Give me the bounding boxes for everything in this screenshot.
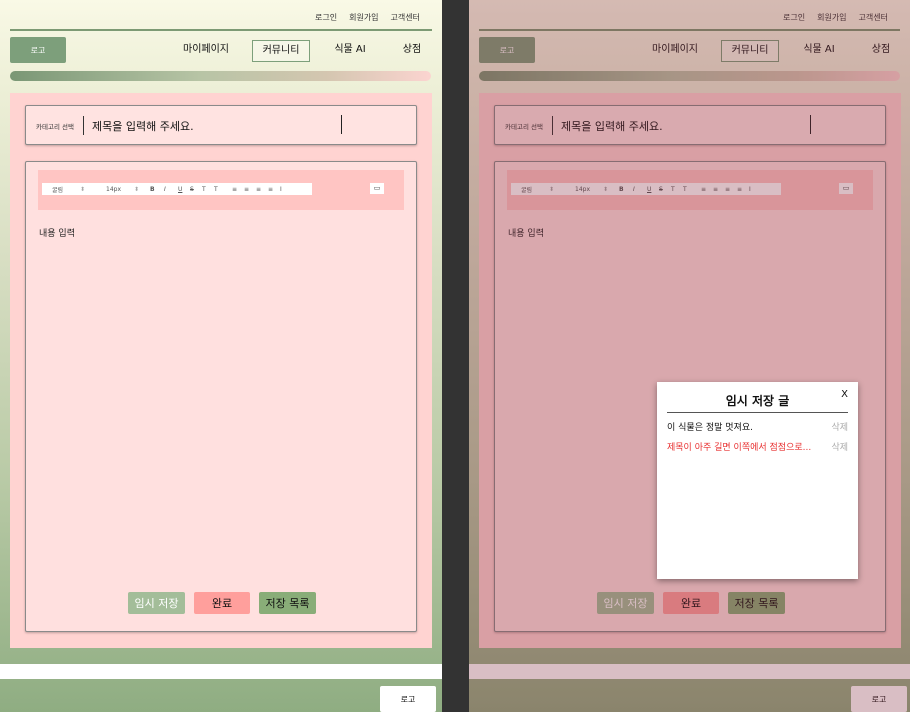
- indent-icon[interactable]: ≡: [725, 186, 737, 193]
- nav-community[interactable]: 커뮤니티: [721, 40, 779, 62]
- top-menu: 로그인 회원가입 고객센터: [783, 12, 888, 23]
- size-select[interactable]: 14px: [106, 186, 134, 193]
- editor-toolbar: 굴림 ⬍ 14px ⬍ B I U S T T ≡ ≡ ≡ ≡ I ▭: [38, 170, 404, 210]
- divider: [83, 116, 84, 135]
- logo[interactable]: 로고: [10, 37, 66, 63]
- font-select[interactable]: 굴림: [521, 185, 549, 194]
- align-left-icon[interactable]: ≡: [701, 186, 713, 193]
- image-insert-icon[interactable]: ▭: [839, 183, 853, 194]
- text-color-icon[interactable]: T: [671, 186, 683, 193]
- size-select-arrow-icon: ⬍: [134, 185, 140, 193]
- indent-icon[interactable]: ≡: [256, 186, 268, 193]
- underline-icon[interactable]: U: [178, 186, 190, 193]
- font-select-arrow-icon: ⬍: [80, 185, 86, 193]
- temp-saved-modal: 임시 저장 글 X 이 식물은 정말 멋져요. 삭제 제목이 아주 길면 이쪽에…: [657, 382, 858, 579]
- signup-link[interactable]: 회원가입: [349, 12, 378, 23]
- font-select-arrow-icon: ⬍: [549, 185, 555, 193]
- category-select[interactable]: 카테고리 선택: [505, 121, 543, 131]
- toolbar-controls: 굴림 ⬍ 14px ⬍ B I U S T T ≡ ≡ ≡ ≡ I: [42, 183, 312, 195]
- post-form: 카테고리 선택 제목을 입력해 주세요. 굴림 ⬍ 14px ⬍ B I U S…: [10, 93, 432, 648]
- title-row: 카테고리 선택 제목을 입력해 주세요.: [25, 105, 417, 145]
- strikethrough-icon[interactable]: S: [190, 186, 202, 193]
- done-button[interactable]: 완료: [194, 592, 250, 614]
- saved-item-title[interactable]: 이 식물은 정말 멋져요.: [667, 420, 753, 433]
- nav-shop[interactable]: 상점: [861, 40, 901, 62]
- list-icon[interactable]: ≡: [244, 186, 256, 193]
- content-editor: 굴림 ⬍ 14px ⬍ B I U S T T ≡ ≡ ≡ ≡ I ▭ 내용 입…: [25, 161, 417, 632]
- support-link[interactable]: 고객센터: [391, 12, 420, 23]
- italic-icon[interactable]: I: [633, 186, 647, 193]
- text-caret: [810, 115, 811, 134]
- modal-divider: [667, 412, 848, 413]
- nav-shop[interactable]: 상점: [392, 40, 432, 62]
- nav-community[interactable]: 커뮤니티: [252, 40, 310, 62]
- divider: [552, 116, 553, 135]
- saved-item[interactable]: 이 식물은 정말 멋져요. 삭제: [667, 420, 848, 434]
- main-nav: 마이페이지 커뮤니티 식물 AI 상점: [639, 40, 900, 62]
- temp-save-button[interactable]: 임시 저장: [597, 592, 654, 614]
- text-caret: [341, 115, 342, 134]
- underline-icon[interactable]: U: [647, 186, 659, 193]
- decorative-gradient-bar: [10, 71, 431, 81]
- category-select[interactable]: 카테고리 선택: [36, 121, 74, 131]
- saved-list-button[interactable]: 저장 목록: [728, 592, 785, 614]
- footer-logo[interactable]: 로고: [851, 686, 907, 712]
- font-select[interactable]: 굴림: [52, 185, 80, 194]
- content-input[interactable]: 내용 입력: [39, 226, 75, 239]
- delete-button[interactable]: 삭제: [831, 440, 848, 453]
- done-button[interactable]: 완료: [663, 592, 719, 614]
- nav-plant-ai[interactable]: 식물 AI: [797, 40, 841, 62]
- toolbar-controls: 굴림 ⬍ 14px ⬍ B I U S T T ≡ ≡ ≡ ≡ I: [511, 183, 781, 195]
- outdent-icon[interactable]: ≡: [268, 186, 280, 193]
- bold-icon[interactable]: B: [150, 186, 164, 193]
- saved-list-button[interactable]: 저장 목록: [259, 592, 316, 614]
- strikethrough-icon[interactable]: S: [659, 186, 671, 193]
- italic-icon[interactable]: I: [164, 186, 178, 193]
- title-row: 카테고리 선택 제목을 입력해 주세요.: [494, 105, 886, 145]
- top-menu: 로그인 회원가입 고객센터: [315, 12, 420, 23]
- main-nav: 마이페이지 커뮤니티 식물 AI 상점: [170, 40, 432, 62]
- footer-strip: [0, 664, 442, 679]
- delete-button[interactable]: 삭제: [831, 420, 848, 433]
- align-left-icon[interactable]: ≡: [232, 186, 244, 193]
- size-select[interactable]: 14px: [575, 186, 603, 193]
- content-input[interactable]: 내용 입력: [508, 226, 544, 239]
- nav-mypage[interactable]: 마이페이지: [174, 40, 238, 62]
- header-divider: [479, 29, 900, 31]
- modal-title: 임시 저장 글: [725, 394, 790, 408]
- list-icon[interactable]: ≡: [713, 186, 725, 193]
- nav-mypage[interactable]: 마이페이지: [643, 40, 707, 62]
- line-height-icon[interactable]: I: [749, 186, 759, 193]
- header-divider: [10, 29, 432, 31]
- logo[interactable]: 로고: [479, 37, 535, 63]
- saved-item[interactable]: 제목이 아주 길면 이쪽에서 점점으로... 삭제: [667, 440, 848, 454]
- nav-plant-ai[interactable]: 식물 AI: [328, 40, 372, 62]
- write-post-screen: 로그인 회원가입 고객센터 로고 마이페이지 커뮤니티 식물 AI 상점 카테고…: [0, 0, 442, 712]
- text-size-icon[interactable]: T: [214, 186, 232, 193]
- write-post-screen-with-modal: 로그인 회원가입 고객센터 로고 마이페이지 커뮤니티 식물 AI 상점 카테고…: [469, 0, 910, 712]
- line-height-icon[interactable]: I: [280, 186, 290, 193]
- title-input[interactable]: 제목을 입력해 주세요.: [561, 118, 663, 134]
- signup-link[interactable]: 회원가입: [817, 12, 846, 23]
- close-icon[interactable]: X: [841, 389, 848, 400]
- size-select-arrow-icon: ⬍: [603, 185, 609, 193]
- footer-strip: [469, 664, 910, 679]
- title-input[interactable]: 제목을 입력해 주세요.: [92, 118, 194, 134]
- login-link[interactable]: 로그인: [783, 12, 805, 23]
- editor-toolbar: 굴림 ⬍ 14px ⬍ B I U S T T ≡ ≡ ≡ ≡ I ▭: [507, 170, 873, 210]
- footer-logo[interactable]: 로고: [380, 686, 436, 712]
- text-size-icon[interactable]: T: [683, 186, 701, 193]
- login-link[interactable]: 로그인: [315, 12, 337, 23]
- temp-save-button[interactable]: 임시 저장: [128, 592, 185, 614]
- outdent-icon[interactable]: ≡: [737, 186, 749, 193]
- text-color-icon[interactable]: T: [202, 186, 214, 193]
- saved-item-title[interactable]: 제목이 아주 길면 이쪽에서 점점으로...: [667, 440, 811, 453]
- decorative-gradient-bar: [479, 71, 900, 81]
- support-link[interactable]: 고객센터: [859, 12, 888, 23]
- bold-icon[interactable]: B: [619, 186, 633, 193]
- image-insert-icon[interactable]: ▭: [370, 183, 384, 194]
